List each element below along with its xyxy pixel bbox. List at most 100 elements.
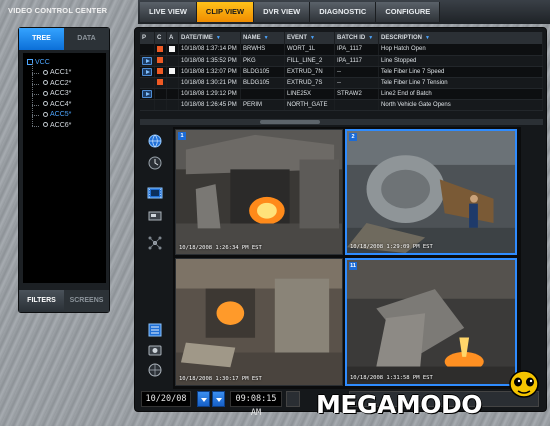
- cell-play: [140, 77, 155, 89]
- cell-event: WORT_1L: [284, 44, 335, 56]
- flag-icon[interactable]: [157, 79, 163, 86]
- tab-data[interactable]: DATA: [64, 28, 109, 50]
- cell-event: LINE25X: [284, 88, 335, 100]
- table-header-row: P C A DATE/TIME ▼ NAME ▼ EVENT ▼ BATCH ID ▼ …: [140, 32, 543, 44]
- node-icon: [43, 69, 48, 75]
- col-description-label: DESCRIPTION: [381, 35, 423, 41]
- flag-icon[interactable]: [157, 45, 163, 52]
- table-row[interactable]: 10/18/08 1:29:12 PM LINE25X STRAW2 Line2 En…: [140, 88, 543, 100]
- tab-configure[interactable]: CONFIGURE: [376, 2, 441, 22]
- snapshot-icon[interactable]: [147, 342, 163, 358]
- camera-feed[interactable]: 11 10/18/2008 1:31:58 PM EST: [345, 258, 517, 386]
- col-batch[interactable]: BATCH ID ▼: [334, 32, 379, 44]
- feed-timestamp: 10/18/2008 1:29:09 PM EST: [350, 244, 433, 250]
- tree-item-label: ACC6*: [50, 121, 72, 129]
- col-event[interactable]: EVENT ▼: [284, 32, 335, 44]
- cell-a: [166, 66, 179, 78]
- cell-batch: --: [334, 66, 379, 78]
- camera-device-icon[interactable]: [147, 207, 163, 223]
- col-datetime[interactable]: DATE/TIME ▼: [178, 32, 241, 44]
- cell-description: Line2 End of Batch: [378, 88, 543, 100]
- col-name[interactable]: NAME ▼: [240, 32, 285, 44]
- play-clip-icon[interactable]: [142, 56, 152, 65]
- tree-item[interactable]: ACC2*: [27, 73, 102, 90]
- col-event-label: EVENT: [287, 35, 308, 41]
- col-p[interactable]: P: [140, 32, 155, 44]
- col-c[interactable]: C: [154, 32, 167, 44]
- screens-button[interactable]: SCREENS: [64, 290, 109, 312]
- camera-feed[interactable]: 1 10/18/2008 1:26:34 PM EST: [175, 129, 343, 255]
- col-a[interactable]: A: [166, 32, 179, 44]
- tree-item-label: ACC5*: [50, 111, 72, 118]
- camera-feed[interactable]: 2 10/18/2008 1:29:09 PM EST: [345, 129, 517, 255]
- logo-text: MEGAMODO: [316, 390, 482, 419]
- ampm-toggle[interactable]: [286, 391, 300, 407]
- filters-button[interactable]: FILTERS: [19, 290, 64, 312]
- sort-down-icon: ▼: [425, 35, 430, 41]
- cell-play: [140, 88, 155, 100]
- cell-play: [140, 66, 155, 78]
- tab-dvr-view[interactable]: DVR VIEW: [254, 2, 311, 22]
- tab-diagnostic[interactable]: DIAGNOSTIC: [310, 2, 377, 22]
- app-title: VIDEO CONTROL CENTER: [8, 6, 108, 15]
- web-icon[interactable]: [147, 362, 163, 378]
- tree-item-label: ACC2*: [50, 79, 72, 87]
- play-clip-icon[interactable]: [142, 67, 152, 76]
- time-down-button[interactable]: [212, 391, 225, 407]
- tree-item[interactable]: ACC3*: [27, 84, 102, 100]
- flag-icon[interactable]: [157, 68, 163, 75]
- tree-item[interactable]: ACC5*: [27, 105, 102, 121]
- list-icon[interactable]: [147, 322, 163, 338]
- tree-item[interactable]: ACC1*: [27, 63, 102, 79]
- cell-datetime: 10/18/08 1:35:52 PM: [178, 55, 241, 67]
- cell-c: [154, 66, 167, 78]
- tree-item[interactable]: ACC6*: [27, 115, 102, 132]
- camera-image: [176, 130, 342, 254]
- table-row[interactable]: 10/18/08 1:32:07 PM BLDG105 EXTRUD_7N -- Tel…: [140, 66, 543, 78]
- date-display[interactable]: 10/20/08: [141, 391, 191, 407]
- flag-icon[interactable]: [157, 57, 163, 64]
- table-row[interactable]: 10/18/08 1:37:14 PM BRWHS WORT_1L IPA_1117 H…: [140, 44, 543, 56]
- scroll-thumb[interactable]: [260, 120, 320, 124]
- node-icon: [43, 111, 48, 117]
- tab-tree[interactable]: TREE: [19, 28, 64, 50]
- feed-number: 2: [349, 133, 357, 141]
- cell-c: [154, 99, 167, 111]
- play-clip-icon[interactable]: [142, 89, 152, 98]
- cell-c: [154, 55, 167, 67]
- filmstrip-icon[interactable]: [147, 185, 163, 201]
- table-scrollbar[interactable]: [140, 119, 543, 125]
- col-description[interactable]: DESCRIPTION ▼: [378, 32, 543, 44]
- left-panel: TREE DATA VCC ACC1* ACC2* ACC3* ACC4* ACC5* A…: [18, 27, 110, 313]
- cell-c: [154, 77, 167, 89]
- date-down-button[interactable]: [197, 391, 210, 407]
- table-body: 10/18/08 1:37:14 PM BRWHS WORT_1L IPA_1117 H…: [140, 44, 543, 111]
- tree-root-label: VCC: [35, 59, 50, 66]
- tree-item-label: ACC4*: [50, 100, 72, 108]
- globe-icon[interactable]: [147, 133, 163, 149]
- cell-name: BLDG105: [240, 66, 285, 78]
- table-row[interactable]: 10/18/08 1:30:21 PM BLDG105 EXTRUD_7S -- Tel…: [140, 77, 543, 89]
- cell-event: NORTH_GATE: [284, 99, 335, 111]
- cell-batch: --: [334, 77, 379, 89]
- camera-feed[interactable]: 10/18/2008 1:30:17 PM EST: [175, 258, 343, 386]
- cell-name: [240, 88, 285, 100]
- clock-icon[interactable]: [147, 155, 163, 171]
- camera-image: [347, 260, 515, 384]
- ack-icon[interactable]: [169, 45, 175, 52]
- network-icon[interactable]: [147, 235, 163, 251]
- ack-icon[interactable]: [169, 68, 175, 75]
- node-icon: [43, 90, 48, 96]
- cell-a: [166, 88, 179, 100]
- tree-item-label: ACC1*: [50, 69, 72, 76]
- watermark-logo: MEGAMODO: [316, 368, 546, 418]
- feed-number: 11: [349, 262, 357, 270]
- tab-live-view[interactable]: LIVE VIEW: [140, 2, 197, 22]
- tree-root[interactable]: VCC: [27, 59, 102, 66]
- tab-clip-view[interactable]: CLIP VIEW: [196, 2, 255, 22]
- tree-item[interactable]: ACC4*: [27, 94, 102, 111]
- cell-name: PKG: [240, 55, 285, 67]
- table-row[interactable]: 10/18/08 1:35:52 PM PKG FILL_LINE_2 IPA_111…: [140, 55, 543, 67]
- time-display[interactable]: 09:08:15 AM: [230, 391, 282, 418]
- table-row[interactable]: 10/18/08 1:26:45 PM PERIM NORTH_GATE North …: [140, 99, 543, 111]
